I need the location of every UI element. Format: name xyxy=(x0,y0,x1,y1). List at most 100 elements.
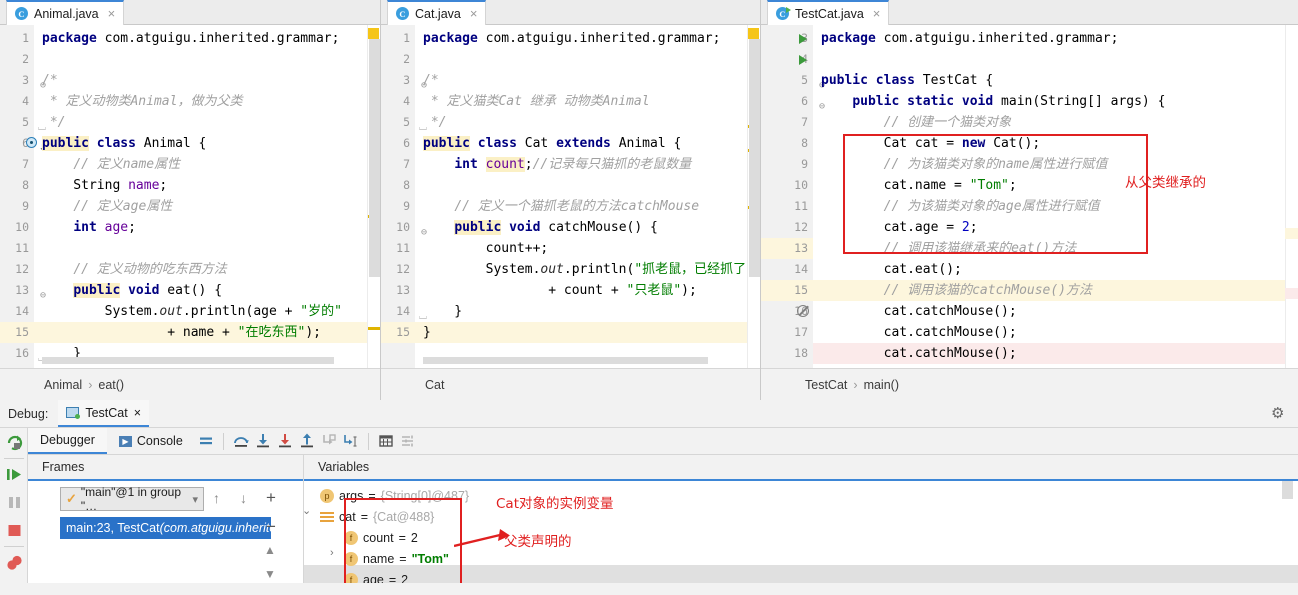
gutter-line[interactable]: 7 xyxy=(381,154,415,175)
code-line[interactable]: public class Cat extends Animal { xyxy=(415,133,747,154)
gutter-line[interactable]: 18⊖ xyxy=(761,343,813,364)
code-line[interactable]: cat.catchMouse(); xyxy=(813,301,1285,322)
code-line[interactable]: public void catchMouse() { xyxy=(415,217,747,238)
line-number-gutter-cat[interactable]: 123⊖45⌴678910⊖11121314⌴15 xyxy=(381,25,415,368)
gutter-line[interactable]: 10 xyxy=(761,175,813,196)
breadcrumb-item[interactable]: Cat xyxy=(425,378,444,392)
gutter-line[interactable]: 13 xyxy=(381,280,415,301)
code-line[interactable]: String name; xyxy=(34,175,367,196)
gutter-line[interactable]: 9 xyxy=(761,154,813,175)
code-line[interactable]: cat.eat(); xyxy=(813,259,1285,280)
gutter-line[interactable]: 1 xyxy=(0,28,34,49)
thread-selector[interactable]: ✓ "main"@1 in group "… ▾ xyxy=(60,487,204,511)
drop-frame-icon[interactable] xyxy=(318,430,340,452)
code-text-animal[interactable]: package com.atguigu.inherited.grammar; /… xyxy=(34,25,367,368)
code-line[interactable]: + name + "在吃东西"); xyxy=(34,322,367,343)
code-line[interactable]: int count;//记录每只猫抓的老鼠数量 xyxy=(415,154,747,175)
code-line[interactable]: // 创建一个猫类对象 xyxy=(813,112,1285,133)
scroll-down-icon[interactable]: ▼ xyxy=(264,567,276,581)
chevron-right-icon[interactable]: › xyxy=(330,547,334,559)
code-line[interactable]: // 定义name属性 xyxy=(34,154,367,175)
gutter-line[interactable]: 3⊖ xyxy=(381,70,415,91)
horizontal-scrollbar-cat[interactable] xyxy=(423,357,708,364)
code-line[interactable]: cat.age = 2; xyxy=(813,217,1285,238)
tab-animal-java[interactable]: C Animal.java × xyxy=(6,0,124,25)
code-line[interactable]: package com.atguigu.inherited.grammar; xyxy=(34,28,367,49)
gutter-line[interactable]: 6 xyxy=(381,133,415,154)
gutter-line[interactable]: 4 xyxy=(0,91,34,112)
gutter-line[interactable]: 3⊖ xyxy=(0,70,34,91)
gutter-line[interactable]: 12 xyxy=(381,259,415,280)
code-line[interactable]: public void eat() { xyxy=(34,280,367,301)
gutter-line[interactable]: 12 xyxy=(0,259,34,280)
variable-row[interactable]: ⌄cat={Cat@488} xyxy=(320,506,434,527)
gutter-line[interactable]: 7 xyxy=(0,154,34,175)
gutter-line[interactable]: 2 xyxy=(0,49,34,70)
pause-program-icon[interactable] xyxy=(6,494,23,511)
run-to-cursor-icon[interactable] xyxy=(340,430,362,452)
frame-up-icon[interactable]: ↑ xyxy=(213,490,220,506)
code-line[interactable]: public static void main(String[] args) { xyxy=(813,91,1285,112)
code-line[interactable] xyxy=(813,49,1285,70)
chevron-down-icon[interactable]: ⌄ xyxy=(302,504,311,517)
gear-icon[interactable]: ⚙ xyxy=(1271,406,1286,421)
force-step-into-icon[interactable] xyxy=(274,430,296,452)
code-line[interactable]: * 定义动物类Animal，做为父类 xyxy=(34,91,367,112)
code-line[interactable] xyxy=(415,49,747,70)
code-line[interactable]: } xyxy=(415,301,747,322)
code-line[interactable]: public class Animal { xyxy=(34,133,367,154)
marker-bar-animal[interactable] xyxy=(367,25,380,368)
gutter-line[interactable]: 3 xyxy=(761,28,813,49)
code-line[interactable]: // 为该猫类对象的age属性进行赋值 xyxy=(813,196,1285,217)
code-line[interactable]: System.out.println("抓老鼠，已经抓了" xyxy=(415,259,747,280)
close-icon[interactable]: × xyxy=(470,6,478,21)
code-line[interactable]: // 定义动物的吃东西方法 xyxy=(34,259,367,280)
marker-bar-cat[interactable] xyxy=(747,25,760,368)
gutter-line[interactable]: 11 xyxy=(381,238,415,259)
gutter-line[interactable]: 2 xyxy=(381,49,415,70)
code-line[interactable]: // 调用该猫继承来的eat()方法 xyxy=(813,238,1285,259)
rerun-icon[interactable] xyxy=(6,434,23,451)
code-line[interactable]: + count + "只老鼠"); xyxy=(415,280,747,301)
code-line[interactable]: // 为该猫类对象的name属性进行赋值 xyxy=(813,154,1285,175)
breadcrumb-item[interactable]: Animal xyxy=(44,378,82,392)
gutter-line[interactable]: 16 xyxy=(761,301,813,322)
code-line[interactable]: } xyxy=(415,322,747,343)
code-line[interactable] xyxy=(34,238,367,259)
gutter-line[interactable]: 15 xyxy=(761,280,813,301)
code-line[interactable]: System.out.println(age + "岁的" xyxy=(34,301,367,322)
tab-console[interactable]: ▶ Console xyxy=(107,428,195,454)
gutter-line[interactable]: 12 xyxy=(761,217,813,238)
remove-watch-icon[interactable]: − xyxy=(266,517,276,537)
close-icon[interactable]: × xyxy=(873,6,881,21)
gutter-line[interactable]: 17 xyxy=(761,322,813,343)
close-icon[interactable]: × xyxy=(108,6,116,21)
gutter-line[interactable]: 4 xyxy=(381,91,415,112)
gutter-line[interactable]: 15 xyxy=(381,322,415,343)
gutter-line[interactable]: 15 xyxy=(0,322,34,343)
frame-down-icon[interactable]: ↓ xyxy=(240,490,247,506)
gutter-line[interactable]: 13 xyxy=(761,238,813,259)
breadcrumb-item[interactable]: eat() xyxy=(98,378,124,392)
breakpoint-disabled-icon[interactable] xyxy=(797,305,809,317)
breadcrumb-item[interactable]: main() xyxy=(864,378,899,392)
gutter-line[interactable]: 11 xyxy=(761,196,813,217)
code-line[interactable]: /* xyxy=(415,70,747,91)
gutter-line[interactable]: 5⌴ xyxy=(0,112,34,133)
resume-program-icon[interactable] xyxy=(6,466,23,483)
run-arrow-icon[interactable] xyxy=(799,55,807,65)
debug-session-tab[interactable]: TestCat × xyxy=(58,400,149,427)
gutter-line[interactable]: 7 xyxy=(761,112,813,133)
variable-row[interactable]: ›fname="Tom" xyxy=(344,548,449,569)
gutter-line[interactable]: 6⊖ xyxy=(761,91,813,112)
code-line[interactable]: // 定义一个猫抓老鼠的方法catchMouse xyxy=(415,196,747,217)
step-into-icon[interactable] xyxy=(252,430,274,452)
view-breakpoints-icon[interactable] xyxy=(6,554,23,571)
settings-icon[interactable] xyxy=(397,430,419,452)
gutter-line[interactable]: 4 xyxy=(761,49,813,70)
step-over-icon[interactable] xyxy=(230,430,252,452)
code-line[interactable]: Cat cat = new Cat(); xyxy=(813,133,1285,154)
frame-row-main[interactable]: main:23, TestCat (com.atguigu.inherited xyxy=(60,517,271,539)
gutter-line[interactable]: 13⊖ xyxy=(0,280,34,301)
gutter-line[interactable]: 5⊖ xyxy=(761,70,813,91)
